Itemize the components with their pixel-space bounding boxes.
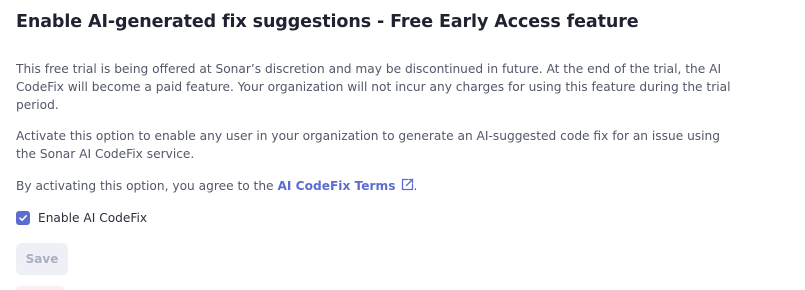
activation-description-text: Activate this option to enable any user … xyxy=(16,129,720,161)
terms-link-label[interactable]: AI CodeFix Terms xyxy=(277,179,395,193)
enable-ai-codefix-checkbox[interactable] xyxy=(16,211,30,225)
page-title: Enable AI-generated fix suggestions - Fr… xyxy=(16,12,639,32)
save-button[interactable]: Save xyxy=(16,243,68,275)
check-icon xyxy=(19,215,27,221)
ai-codefix-terms-link[interactable]: AI CodeFix Terms xyxy=(277,178,414,193)
enable-ai-codefix-label[interactable]: Enable AI CodeFix xyxy=(38,211,147,225)
enable-ai-codefix-option[interactable]: Enable AI CodeFix xyxy=(16,211,147,225)
focus-indicator xyxy=(16,286,64,290)
terms-agreement-text: By activating this option, you agree to … xyxy=(16,177,736,195)
trial-disclaimer-text: This free trial is being offered at Sona… xyxy=(16,62,731,112)
external-link-icon[interactable] xyxy=(401,178,414,191)
terms-agreement-prefix: By activating this option, you agree to … xyxy=(16,179,278,193)
terms-agreement-suffix: . xyxy=(413,179,418,193)
